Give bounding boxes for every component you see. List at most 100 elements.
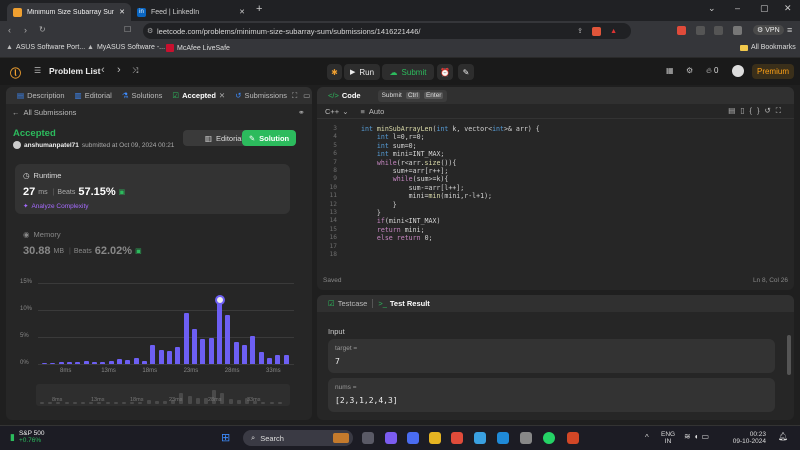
vpn-button[interactable]: ⚙ VPN bbox=[753, 25, 784, 35]
stock-widget[interactable]: ▮ S&P 500 +0.76% bbox=[10, 430, 45, 444]
shuffle-icon[interactable]: ⤨ bbox=[132, 66, 138, 76]
avatar[interactable] bbox=[732, 65, 744, 77]
chart-bar[interactable] bbox=[50, 362, 56, 364]
timer-button[interactable]: ⏰ bbox=[437, 64, 453, 80]
prev-problem-icon[interactable]: ‹ bbox=[101, 64, 105, 76]
chart-bar[interactable] bbox=[167, 350, 172, 364]
maximize-button[interactable]: ▢ bbox=[760, 3, 769, 14]
extension-icon[interactable] bbox=[714, 26, 723, 35]
close-icon[interactable]: ✕ bbox=[219, 91, 225, 100]
tab-submissions[interactable]: ↺ Submissions bbox=[230, 87, 292, 104]
chart-bar[interactable] bbox=[133, 357, 139, 364]
tab-code[interactable]: </> Code bbox=[323, 87, 366, 104]
chart-bar[interactable] bbox=[92, 362, 97, 364]
mode-select[interactable]: Auto bbox=[369, 107, 384, 116]
tab-testcase[interactable]: ☑ Testcase bbox=[323, 295, 372, 312]
submit-button[interactable]: ☁ Submit bbox=[382, 64, 434, 80]
whatsapp-icon[interactable] bbox=[543, 432, 555, 444]
tab-search-icon[interactable]: ⌄ bbox=[708, 3, 716, 14]
chart-bar[interactable] bbox=[250, 336, 256, 364]
chart-bar[interactable] bbox=[192, 329, 197, 364]
tab-test-result[interactable]: >_ Test Result bbox=[373, 295, 434, 312]
close-icon[interactable]: ✕ bbox=[119, 8, 125, 16]
chart-bar[interactable] bbox=[67, 362, 72, 364]
username[interactable]: anshumanpatel71 bbox=[24, 142, 79, 149]
tab-leetcode[interactable]: Minimum Size Subarray Sum - ✕ bbox=[7, 3, 131, 21]
forward-icon[interactable]: › bbox=[24, 25, 27, 35]
clock[interactable]: 00:23 09-10-2024 bbox=[726, 431, 766, 445]
chart-bar[interactable] bbox=[125, 360, 131, 364]
chart-bar[interactable] bbox=[275, 354, 281, 364]
layout-icon[interactable]: ▦ bbox=[666, 66, 674, 75]
chart-bar[interactable] bbox=[183, 312, 189, 364]
bookmark-page-icon[interactable]: ☐ bbox=[124, 25, 131, 34]
site-info-icon[interactable]: ⚙ bbox=[147, 27, 153, 35]
extension-icon[interactable] bbox=[677, 26, 686, 35]
tab-description[interactable]: ▤ Description bbox=[12, 87, 70, 104]
next-problem-icon[interactable]: › bbox=[117, 64, 121, 76]
tab-linkedin[interactable]: in Feed | LinkedIn ✕ bbox=[131, 3, 251, 21]
editor-actions-icons[interactable]: ▤▯{}↺⛶ bbox=[728, 106, 786, 116]
chart-bar[interactable] bbox=[283, 355, 289, 364]
language-select[interactable]: C++ bbox=[325, 107, 339, 116]
bookmark-mcafee[interactable]: McAfee LiveSafe bbox=[166, 44, 230, 52]
chart-bar[interactable] bbox=[175, 347, 181, 364]
chart-bar[interactable] bbox=[117, 359, 122, 364]
chart-bar[interactable] bbox=[75, 362, 81, 364]
notes-button[interactable]: ✎ bbox=[458, 64, 474, 80]
close-window-button[interactable]: ✕ bbox=[784, 3, 792, 14]
memory-header[interactable]: ◉ Memory bbox=[23, 230, 61, 239]
chart-bar[interactable] bbox=[267, 357, 272, 364]
tab-accepted[interactable]: ☑ Accepted ✕ bbox=[167, 87, 230, 104]
brave-shields-icon[interactable] bbox=[592, 26, 601, 36]
premium-button[interactable]: Premium bbox=[752, 64, 794, 79]
all-submissions-link[interactable]: ← All Submissions bbox=[12, 108, 76, 117]
chart-bar[interactable] bbox=[200, 338, 206, 364]
menu-icon[interactable]: ≡ bbox=[787, 25, 792, 35]
leetcode-logo-icon[interactable]: ⓛ bbox=[10, 65, 21, 81]
problem-list-link[interactable]: Problem List bbox=[49, 66, 100, 76]
code-editor[interactable]: int minSubArrayLen(int k, vector<int>& a… bbox=[361, 125, 540, 243]
chart-bar[interactable] bbox=[242, 344, 247, 364]
debug-button[interactable]: ✱ bbox=[327, 64, 342, 80]
store-icon[interactable] bbox=[474, 432, 486, 444]
all-bookmarks-button[interactable]: All Bookmarks bbox=[740, 44, 796, 51]
scrollbar[interactable] bbox=[787, 335, 791, 375]
bookmark-asus-portal[interactable]: ▲ ASUS Software Port... bbox=[6, 44, 85, 51]
chart-bar[interactable] bbox=[258, 352, 264, 364]
chart-bar[interactable] bbox=[42, 362, 47, 364]
chart-bar[interactable] bbox=[142, 360, 147, 364]
chart-bar[interactable] bbox=[108, 361, 114, 364]
settings-icon[interactable]: ⚙ bbox=[686, 66, 693, 75]
chart-bar[interactable] bbox=[158, 349, 164, 364]
notifications-icon[interactable]: 🔔︎ bbox=[778, 432, 788, 441]
chart-bar[interactable] bbox=[58, 362, 64, 364]
streak-fire-icon[interactable]: 🔥︎ bbox=[706, 66, 712, 76]
collapse-panel-icon[interactable]: ▭ bbox=[303, 91, 310, 100]
back-icon[interactable]: ‹ bbox=[8, 25, 11, 35]
runtime-card[interactable]: ◷ Runtime 27 ms | Beats 57.15% ▣ ✦ Analyze… bbox=[15, 164, 290, 214]
chart-bar[interactable] bbox=[233, 341, 239, 364]
settings-app-icon[interactable] bbox=[520, 432, 532, 444]
chart-range-navigator[interactable]: 8ms 13ms 18ms 23ms 28ms 33ms bbox=[36, 384, 290, 406]
maximize-panel-icon[interactable]: ⛶ bbox=[292, 91, 297, 101]
chart-bar[interactable] bbox=[217, 300, 222, 364]
tab-solutions[interactable]: ⚗ Solutions bbox=[117, 87, 168, 104]
brave-browser-icon[interactable] bbox=[451, 432, 463, 444]
close-icon[interactable]: ✕ bbox=[239, 8, 245, 16]
analyze-complexity-link[interactable]: ✦ Analyze Complexity bbox=[23, 202, 89, 211]
chart-bar[interactable] bbox=[100, 361, 106, 364]
language-indicator[interactable]: ENG IN bbox=[661, 431, 675, 445]
windows-start-icon[interactable]: ⊞ bbox=[221, 431, 230, 444]
minimize-button[interactable]: – bbox=[735, 3, 740, 13]
reload-icon[interactable]: ↻ bbox=[39, 25, 46, 34]
bookmark-myasus[interactable]: ▲ MyASUS Software -... bbox=[87, 44, 165, 51]
powerpoint-icon[interactable] bbox=[567, 432, 579, 444]
extension-icon[interactable] bbox=[733, 26, 742, 35]
system-tray-icons[interactable]: ≋◖▭ bbox=[684, 432, 712, 441]
brave-rewards-icon[interactable]: ▲ bbox=[610, 28, 617, 35]
chart-bar[interactable] bbox=[150, 344, 156, 364]
taskbar-search[interactable]: ⌕ Search bbox=[243, 430, 353, 446]
chart-bar[interactable] bbox=[83, 361, 89, 364]
chart-bar[interactable] bbox=[225, 314, 231, 364]
